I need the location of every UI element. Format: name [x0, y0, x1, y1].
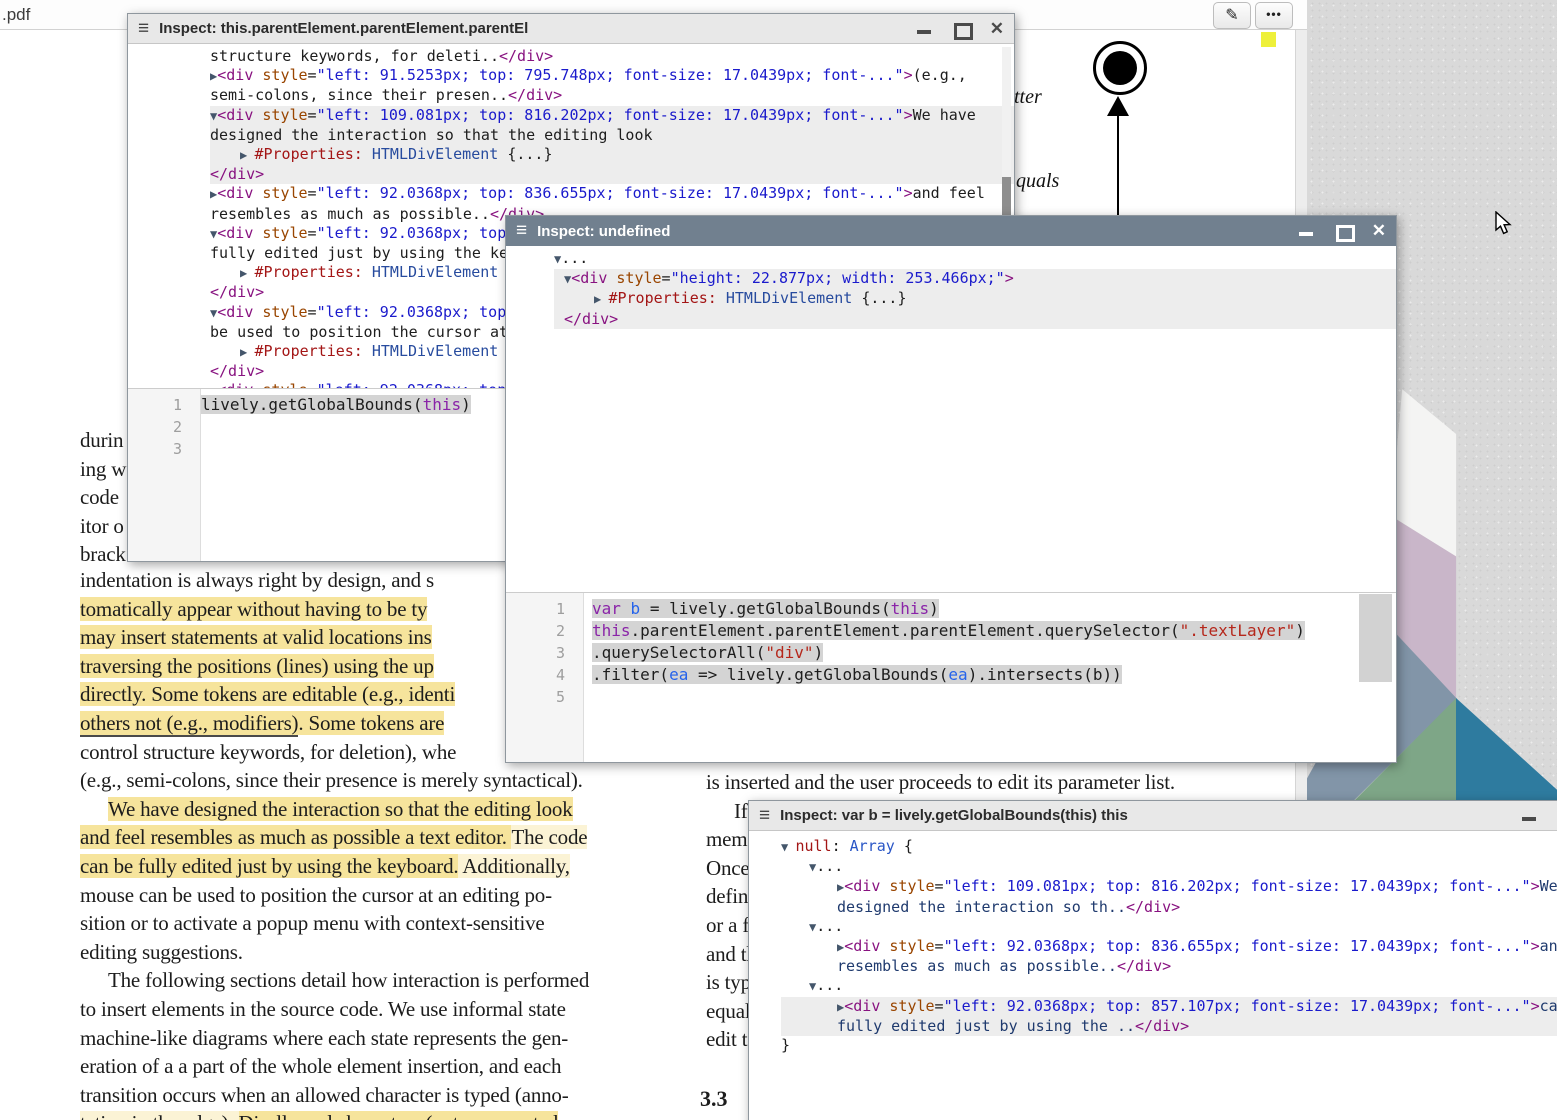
pdf-text-line: mouse can be used to position the cursor… — [80, 881, 589, 910]
tree-node[interactable]: ▼... — [781, 976, 1557, 996]
close-icon[interactable]: ✕ — [1372, 224, 1386, 238]
pdf-filename: .pdf — [2, 5, 30, 25]
final-state-fill — [1103, 51, 1137, 85]
diagram-label-letter: tter — [1014, 86, 1042, 109]
final-state-circle — [1093, 41, 1147, 95]
pdf-text-line: sition or to activate a popup menu with … — [80, 909, 589, 938]
inspect-window-3: ≡ Inspect: var b = lively.getGlobalBound… — [748, 800, 1557, 1120]
tree-node[interactable]: ▼ null: Array { — [781, 837, 1557, 857]
window2-dom-tree: ▼...▼<div style="height: 22.877px; width… — [506, 246, 1396, 386]
tree-node[interactable]: } — [781, 1036, 1557, 1055]
line-number: 5 — [506, 686, 565, 708]
tree-node[interactable]: designed the interaction so th..</div> — [781, 898, 1557, 917]
pdf-text-line: transition occurs when an allowed charac… — [80, 1081, 589, 1110]
menu-icon[interactable]: ≡ — [759, 802, 770, 830]
yellow-marker-square[interactable] — [1261, 32, 1276, 47]
line-number-gutter: 123 — [128, 389, 201, 561]
diagram-label-equals: quals — [1016, 170, 1059, 193]
tree-node[interactable]: ▼<div style="left: 109.081px; top: 816.2… — [210, 106, 1014, 126]
window2-code[interactable]: var b = lively.getGlobalBounds(this)this… — [584, 593, 1396, 762]
pdf-text-line: (e.g., semi-colons, since their presence… — [80, 766, 589, 795]
tree-node[interactable]: ▶ #Properties: HTMLDivElement {...} — [554, 289, 1396, 309]
maximize-icon[interactable] — [953, 22, 969, 36]
art-teal-triangle — [1456, 698, 1557, 800]
tree-node[interactable]: ▼... — [781, 857, 1557, 877]
window1-titlebar[interactable]: ≡ Inspect: this.parentElement.parentElem… — [128, 14, 1014, 44]
transition-arrow-line — [1117, 112, 1119, 215]
window2-editor-scrollbar[interactable] — [1359, 594, 1392, 682]
transition-arrow-head — [1107, 96, 1129, 116]
window3-titlebar[interactable]: ≡ Inspect: var b = lively.getGlobalBound… — [749, 801, 1557, 831]
line-number: 2 — [128, 416, 182, 438]
line-number: 1 — [506, 598, 565, 620]
tree-node[interactable]: resembles as much as possible..</div> — [781, 957, 1557, 976]
pdf-text-line: tation in the edge). Disallowed characte… — [80, 1109, 589, 1120]
tree-node[interactable]: ▼<div style="height: 22.877px; width: 25… — [554, 269, 1396, 289]
window3-title: Inspect: var b = lively.getGlobalBounds(… — [780, 807, 1513, 824]
tree-node[interactable]: ▶<div style="left: 91.5253px; top: 795.7… — [210, 66, 1014, 86]
minimize-icon[interactable] — [1521, 809, 1537, 823]
code-line[interactable]: .filter(ea => lively.getGlobalBounds(ea)… — [592, 664, 1396, 686]
pdf-text-line: can be fully edited just by using the ke… — [80, 852, 589, 881]
line-number: 1 — [128, 394, 182, 416]
pdf-text-line: We have designed the interaction so that… — [80, 795, 589, 824]
ellipsis-icon: ••• — [1266, 7, 1282, 21]
tree-node[interactable]: ▶<div style="left: 92.0368px; top: 857.1… — [781, 997, 1557, 1017]
pdf-text-line: machine-like diagrams where each state r… — [80, 1024, 589, 1053]
minimize-icon[interactable] — [916, 22, 932, 36]
edit-annotation-button[interactable]: ✎ — [1213, 2, 1251, 29]
pdf-left-column-fragments: durining wcodeitor obrack — [80, 426, 128, 569]
pdf-text-line: The following sections detail how intera… — [80, 966, 589, 995]
tree-node[interactable]: designed the interaction so that the edi… — [210, 126, 1014, 145]
tree-node[interactable]: ▶ #Properties: HTMLDivElement {...} — [210, 145, 1014, 165]
pdf-section-number: 3.3 — [700, 1086, 728, 1112]
mouse-cursor — [1494, 211, 1516, 242]
line-number: 3 — [506, 642, 565, 664]
pdf-text-line: code — [80, 483, 128, 512]
pdf-text-line: durin — [80, 426, 128, 455]
close-icon[interactable]: ✕ — [990, 22, 1004, 36]
menu-icon[interactable]: ≡ — [516, 217, 527, 245]
pdf-text-line: to insert elements in the source code. W… — [80, 995, 589, 1024]
pdf-text-line: editing suggestions. — [80, 938, 589, 967]
line-number: 3 — [128, 438, 182, 460]
tree-node[interactable]: </div> — [554, 310, 1396, 329]
pdf-text-line: ing w — [80, 455, 128, 484]
inspect-window-2: ≡ Inspect: undefined ✕ ▼...▼<div style="… — [505, 215, 1397, 763]
maximize-icon[interactable] — [1335, 224, 1351, 238]
window1-title: Inspect: this.parentElement.parentElemen… — [159, 20, 908, 37]
pdf-text-line: and feel resembles as much as possible a… — [80, 823, 589, 852]
code-line[interactable]: var b = lively.getGlobalBounds(this) — [592, 598, 1396, 620]
window3-dom-tree: ▼ null: Array {▼...▶<div style="left: 10… — [749, 831, 1557, 1120]
menu-icon[interactable]: ≡ — [138, 15, 149, 43]
line-number: 4 — [506, 664, 565, 686]
tree-node[interactable]: ▼... — [554, 249, 1396, 269]
tree-node[interactable]: fully edited just by using the ..</div> — [781, 1017, 1557, 1036]
tree-node[interactable]: </div> — [210, 165, 1014, 184]
minimize-icon[interactable] — [1298, 224, 1314, 238]
tree-node[interactable]: ▼... — [781, 917, 1557, 937]
window2-code-editor[interactable]: 12345 var b = lively.getGlobalBounds(thi… — [506, 592, 1396, 762]
line-number-gutter: 12345 — [506, 593, 584, 762]
pdf-text-line: brack — [80, 540, 128, 569]
pdf-text-line: eration of a a part of the whole element… — [80, 1052, 589, 1081]
more-options-button[interactable]: ••• — [1255, 2, 1293, 29]
code-line[interactable]: .querySelectorAll("div") — [592, 642, 1396, 664]
tree-node[interactable]: semi-colons, since their presen..</div> — [210, 86, 1014, 105]
code-line[interactable]: this.parentElement.parentElement.parentE… — [592, 620, 1396, 642]
pencil-icon: ✎ — [1225, 7, 1238, 24]
tree-node[interactable]: ▶<div style="left: 92.0368px; top: 836.6… — [210, 184, 1014, 204]
line-number: 2 — [506, 620, 565, 642]
window2-titlebar[interactable]: ≡ Inspect: undefined ✕ — [506, 216, 1396, 246]
tree-node[interactable]: ▶<div style="left: 109.081px; top: 816.2… — [781, 877, 1557, 897]
pdf-text-line: itor o — [80, 512, 128, 541]
window2-title: Inspect: undefined — [537, 223, 1290, 240]
tree-node[interactable]: structure keywords, for deleti..</div> — [210, 47, 1014, 66]
tree-node[interactable]: ▶<div style="left: 92.0368px; top: 836.6… — [781, 937, 1557, 957]
pdf-text-line: is inserted and the user proceeds to edi… — [706, 768, 1175, 797]
